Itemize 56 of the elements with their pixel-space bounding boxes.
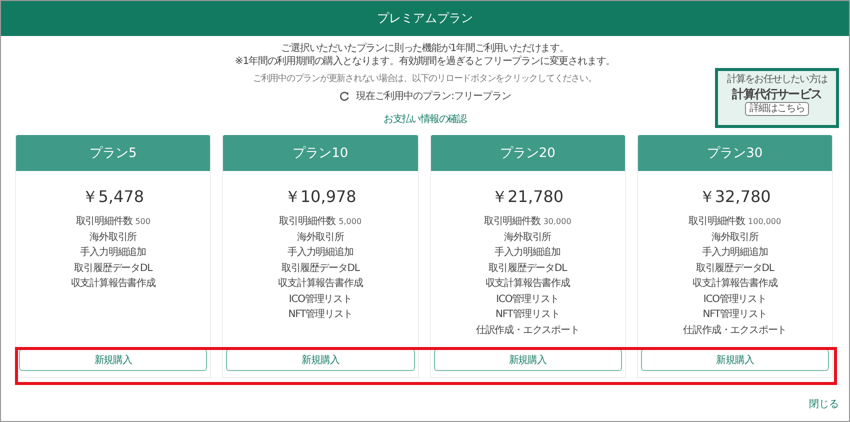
feature-text: 手入力明細追加: [494, 246, 561, 260]
feature-text: 手入力明細追加: [702, 246, 768, 260]
reload-note: ご利用中のプランが更新されない場合は、以下のリロードボタンをクリックしてください。: [253, 72, 597, 84]
feature-text: 海外取引所: [296, 230, 344, 244]
plan-price: ￥10,978: [284, 187, 356, 208]
purchase-button[interactable]: 新規購入: [434, 349, 622, 371]
feature-text: NFT管理リスト: [495, 308, 560, 322]
promo-banner[interactable]: 計算をお任せしたい方は 計算代行サービス 詳細はこちら: [715, 68, 839, 128]
feature-text: 収支計算報告書作成: [692, 276, 778, 291]
feature-text: 取引履歴データDL: [74, 262, 152, 276]
plan-name: プラン30: [638, 135, 832, 171]
plan-price: ￥32,780: [698, 187, 771, 208]
feature-text: 取引明細件数: [484, 215, 540, 229]
feature-text: 取引明細件数: [279, 215, 336, 229]
feature-text: 取引明細件数: [76, 215, 132, 229]
purchase-button[interactable]: 新規購入: [19, 349, 208, 371]
feature-text: 取引履歴データDL: [488, 262, 567, 276]
dialog-title: プレミアムプラン: [377, 10, 473, 27]
details-button[interactable]: 詳細はこちら: [745, 102, 809, 116]
promo-title: 計算代行サービス: [732, 86, 822, 102]
feature-text: 海外取引所: [504, 230, 552, 244]
feature-text: 取引明細件数: [688, 215, 746, 229]
info-text: ※1年間の利用期間の購入となります。有効期間を過ぎるとフリープランに変更されます。: [234, 55, 616, 68]
current-plan-text: 現在ご利用中のプラン:フリープラン: [356, 90, 511, 103]
feature-text: 収支計算報告書作成: [70, 276, 156, 291]
info-text: ご選択いただいたプランに則った機能が1年間ご利用いただけます。: [281, 42, 569, 55]
feature-text: 収支計算報告書作成: [485, 276, 570, 291]
purchase-button[interactable]: 新規購入: [226, 349, 414, 371]
feature-text: 仕訳作成・エクスポート: [476, 324, 580, 338]
plan-name: プラン20: [430, 135, 625, 171]
feature-text: 取引履歴データDL: [696, 262, 774, 276]
feature-text: 取引履歴データDL: [281, 262, 360, 276]
purchase-button[interactable]: 新規購入: [640, 349, 829, 371]
close-link[interactable]: 閉じる: [809, 397, 839, 411]
plan-price: ￥5,478: [82, 187, 144, 208]
feature-text: NFT管理リスト: [288, 308, 353, 322]
limit-count: 30,000: [543, 216, 572, 228]
plan-price: ￥21,780: [492, 187, 564, 208]
feature-text: ICO管理リスト: [703, 292, 766, 306]
feature-text: 海外取引所: [711, 230, 758, 244]
limit-count: 100,000: [748, 216, 782, 228]
promo-lead: 計算をお任せしたい方は: [726, 74, 828, 86]
limit-count: 500: [135, 216, 150, 228]
limit-count: 5,000: [338, 216, 362, 228]
plan-name: プラン5: [16, 135, 210, 171]
plan-name: プラン10: [223, 135, 418, 171]
feature-text: 手入力明細追加: [80, 246, 146, 260]
feature-text: 収支計算報告書作成: [278, 276, 363, 291]
feature-text: ICO管理リスト: [288, 292, 352, 306]
payment-info-link[interactable]: お支払い情報の確認: [384, 112, 466, 126]
feature-text: 仕訳作成・エクスポート: [683, 324, 787, 338]
feature-text: ICO管理リスト: [496, 292, 560, 306]
feature-text: 手入力明細追加: [287, 246, 354, 260]
feature-text: NFT管理リスト: [702, 308, 768, 322]
feature-text: 海外取引所: [90, 230, 137, 244]
reload-icon[interactable]: [339, 90, 350, 102]
